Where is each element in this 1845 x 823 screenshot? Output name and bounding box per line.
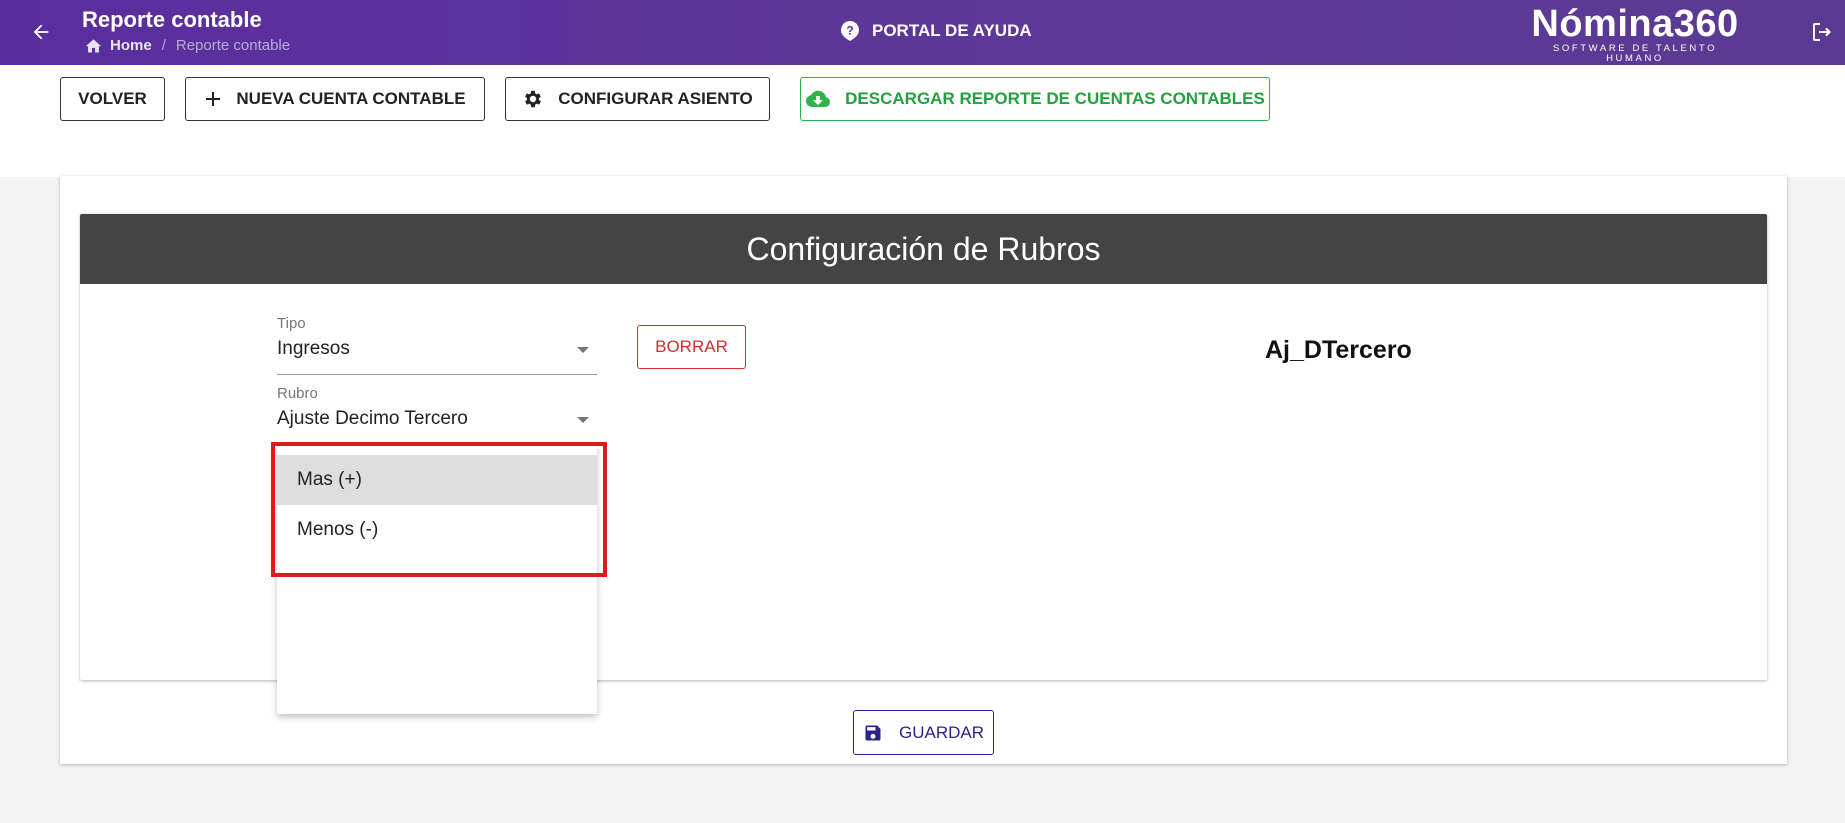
home-icon [85, 39, 102, 53]
tipo-value: Ingresos [277, 338, 350, 359]
logo-subtitle: SOFTWARE DE TALENTO HUMANO [1552, 43, 1718, 64]
volver-label: VOLVER [78, 89, 147, 108]
dropdown-option-menos[interactable]: Menos (-) [277, 505, 597, 555]
tipo-label: Tipo [277, 315, 306, 332]
logout-icon[interactable] [1810, 20, 1836, 46]
breadcrumb-current: Reporte contable [175, 37, 291, 54]
cloud-download-icon [806, 90, 831, 107]
dropdown-option-mas[interactable]: Mas (+) [277, 455, 597, 505]
tipo-underline [277, 374, 597, 375]
help-portal-label: PORTAL DE AYUDA [872, 21, 1032, 40]
save-icon [865, 725, 881, 740]
chevron-down-icon [577, 347, 589, 353]
borrar-button[interactable]: BORRAR [637, 325, 746, 369]
breadcrumb-separator: / [161, 37, 166, 54]
back-arrow-icon[interactable] [28, 19, 54, 45]
guardar-label: GUARDAR [898, 722, 984, 742]
help-icon: ? [841, 21, 859, 41]
descargar-label: DESCARGAR REPORTE DE CUENTAS CONTABLES [845, 89, 1265, 108]
tipo-select[interactable]: Tipo Ingresos [277, 315, 597, 375]
rubro-value: Ajuste Decimo Tercero [277, 408, 468, 429]
rubro-code: Aj_DTercero [1265, 336, 1412, 364]
logo-main-text: Nómina360 [1531, 3, 1739, 45]
gear-icon [525, 90, 542, 108]
borrar-label: BORRAR [655, 337, 728, 356]
rubro-label: Rubro [277, 385, 318, 402]
volver-button[interactable]: VOLVER [60, 77, 165, 121]
page-title: Reporte contable [82, 7, 262, 32]
nueva-cuenta-label: NUEVA CUENTA CONTABLE [236, 89, 466, 108]
svg-text:?: ? [846, 24, 853, 38]
action-toolbar: VOLVER NUEVA CUENTA CONTABLE CONFIGURAR … [0, 65, 1845, 177]
breadcrumb-home-label: Home [110, 37, 152, 54]
breadcrumb-home[interactable]: Home [84, 37, 152, 54]
configurar-asiento-button[interactable]: CONFIGURAR ASIENTO [505, 77, 770, 121]
help-portal-link[interactable]: ? PORTAL DE AYUDA [840, 20, 1032, 42]
nomina360-logo: Nómina360 SOFTWARE DE TALENTO HUMANO [1524, 4, 1746, 64]
top-bar: Reporte contable Home / Reporte contable… [0, 0, 1845, 65]
nueva-cuenta-button[interactable]: NUEVA CUENTA CONTABLE [185, 77, 485, 121]
card-title: Configuración de Rubros [80, 214, 1767, 284]
breadcrumb: Home / Reporte contable [84, 37, 290, 54]
sign-dropdown-menu: Mas (+) Menos (-) [277, 446, 597, 714]
configurar-asiento-label: CONFIGURAR ASIENTO [558, 89, 753, 108]
descargar-reporte-button[interactable]: DESCARGAR REPORTE DE CUENTAS CONTABLES [800, 77, 1270, 121]
plus-icon [206, 92, 221, 106]
guardar-button[interactable]: GUARDAR [853, 710, 994, 755]
chevron-down-icon [577, 417, 589, 423]
rubro-select[interactable]: Rubro Ajuste Decimo Tercero [277, 385, 597, 435]
